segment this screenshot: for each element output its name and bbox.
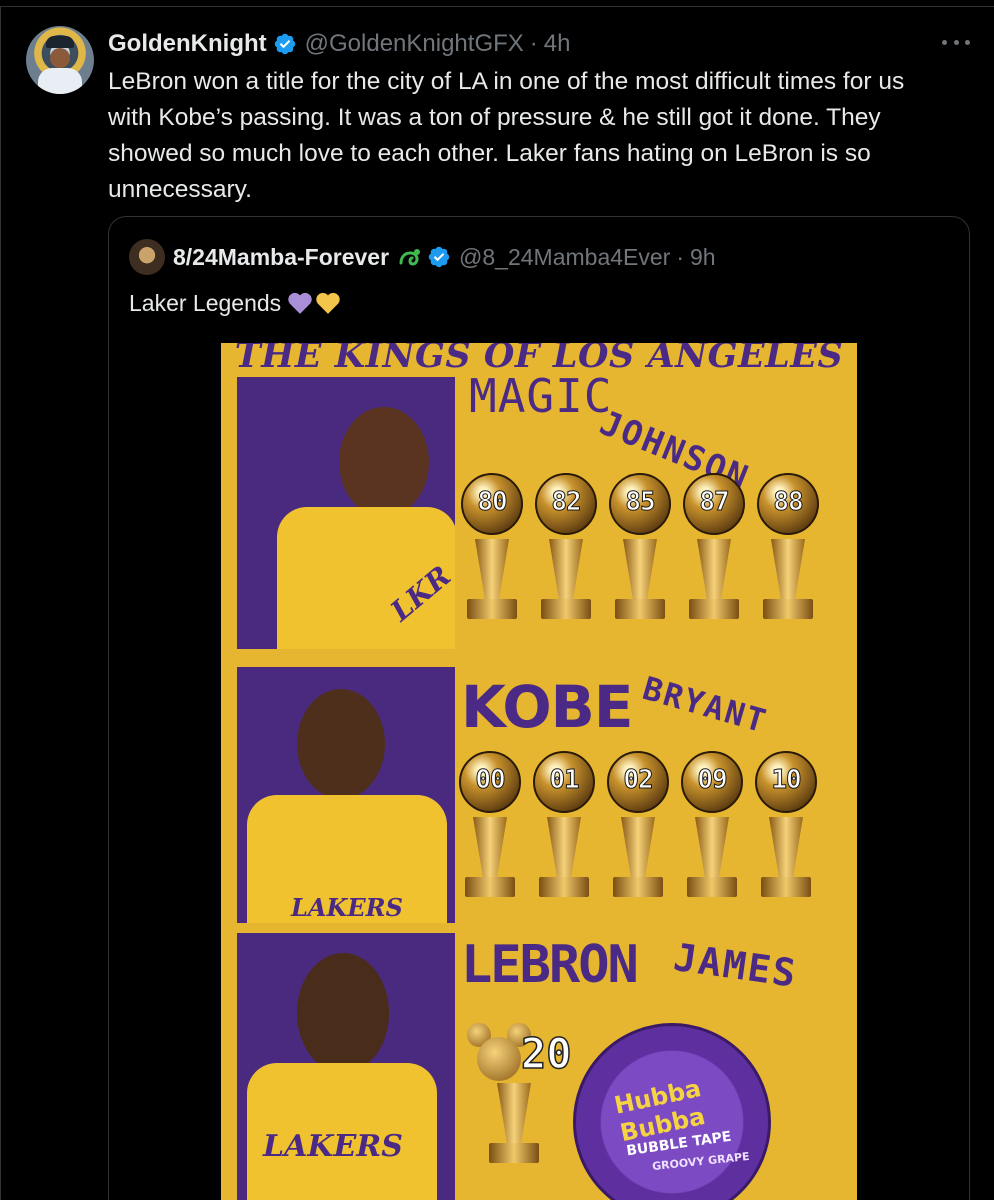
kobe-bryant-photo: LAKERS [237,667,455,923]
separator: · [676,243,685,270]
author-name[interactable]: GoldenKnight [108,30,267,58]
quoted-timestamp[interactable]: 9h [690,244,716,271]
tweet-header: GoldenKnight @GoldenKnightGFX · 4h [108,28,570,60]
quoted-header: 8/24Mamba-Forever @8_24Mamba4Ever · 9h [173,241,716,273]
quoted-author-handle[interactable]: @8_24Mamba4Ever [459,244,670,271]
trophy-year: 87 [699,487,730,518]
lebron-last-name: JAMES [670,935,801,996]
trophy-year: 85 [625,487,656,518]
tweet-container: GoldenKnight @GoldenKnightGFX · 4h LeBro… [0,0,994,1200]
magic-first-name: MAGIC [469,369,613,423]
verified-badge-icon [428,246,450,268]
trophy-year: 88 [773,487,804,518]
timestamp[interactable]: 4h [544,30,571,58]
trophy-year: 02 [623,765,654,796]
trophy-year: 01 [549,765,580,796]
trophy-year: 00 [475,765,506,796]
jersey-text: LAKERS [263,1129,403,1164]
magic-johnson-photo: LKR [237,377,455,649]
trophy-year: 80 [477,487,508,518]
trophy-year: 09 [697,765,728,796]
hubba-bubba-gum: Hubba Bubba BUBBLE TAPE GROOVY GRAPE [573,1023,771,1200]
more-options-icon[interactable] [936,30,976,54]
quoted-avatar[interactable] [129,239,165,275]
quoted-author-name[interactable]: 8/24Mamba-Forever [173,244,389,271]
divider [0,6,994,7]
verified-badge-icon [274,33,295,55]
quoted-text: Laker Legends [129,290,282,316]
divider [0,6,1,1200]
jersey-text: LAKERS [291,893,403,922]
lebron-james-photo: LAKERS [237,933,455,1200]
kobe-last-name: BRYANT [638,669,772,741]
separator: · [529,30,538,57]
trophy-year: 82 [551,487,582,518]
trophy-year: 10 [771,765,802,796]
purple-heart-icon [288,292,312,314]
lebron-first-name: LEBRON [461,935,639,995]
avatar[interactable] [26,26,94,94]
author-handle[interactable]: @GoldenKnightGFX [305,30,524,58]
quoted-tweet[interactable]: 8/24Mamba-Forever @8_24Mamba4Ever · 9h L… [108,216,970,1200]
gum-flavor: GROOVY GRAPE [651,1149,751,1174]
lebron-year: 20 [520,1028,572,1079]
yellow-heart-icon [316,292,340,314]
tweet-text: LeBron won a title for the city of LA in… [108,68,905,203]
tweet-image[interactable]: THE KINGS OF LOS ANGELES LKR MAGIC JOHNS… [221,343,857,1200]
quoted-text-row: Laker Legends [129,287,341,319]
snake-icon [399,249,421,266]
kobe-first-name: KOBE [461,673,633,741]
